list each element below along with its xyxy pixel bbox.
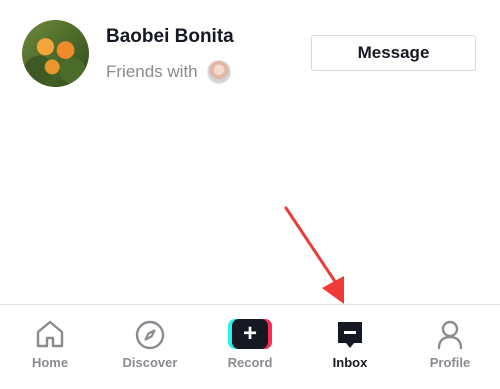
user-row[interactable]: Baobei Bonita Friends with Message xyxy=(0,0,500,110)
nav-discover-label: Discover xyxy=(122,355,178,370)
nav-record-label: Record xyxy=(227,355,273,370)
bottom-nav: Home Discover + Record Inbox Profile xyxy=(0,304,500,389)
plus-icon: + xyxy=(228,319,272,349)
nav-record[interactable]: + Record xyxy=(200,305,300,389)
nav-inbox[interactable]: Inbox xyxy=(300,305,400,389)
message-button[interactable]: Message xyxy=(311,35,476,71)
profile-icon xyxy=(437,320,463,350)
nav-profile-label: Profile xyxy=(429,355,471,370)
username[interactable]: Baobei Bonita xyxy=(106,26,234,48)
nav-home[interactable]: Home xyxy=(0,305,100,389)
home-icon xyxy=(36,320,64,348)
user-avatar[interactable] xyxy=(22,20,89,87)
friends-label: Friends with xyxy=(106,62,198,81)
nav-home-label: Home xyxy=(31,355,69,370)
nav-inbox-label: Inbox xyxy=(332,355,368,370)
compass-icon xyxy=(135,320,165,350)
friends-line: Friends with xyxy=(106,60,231,84)
nav-discover[interactable]: Discover xyxy=(100,305,200,389)
mutual-friend-avatar xyxy=(206,60,231,84)
nav-profile[interactable]: Profile xyxy=(400,305,500,389)
inbox-icon xyxy=(338,322,362,348)
